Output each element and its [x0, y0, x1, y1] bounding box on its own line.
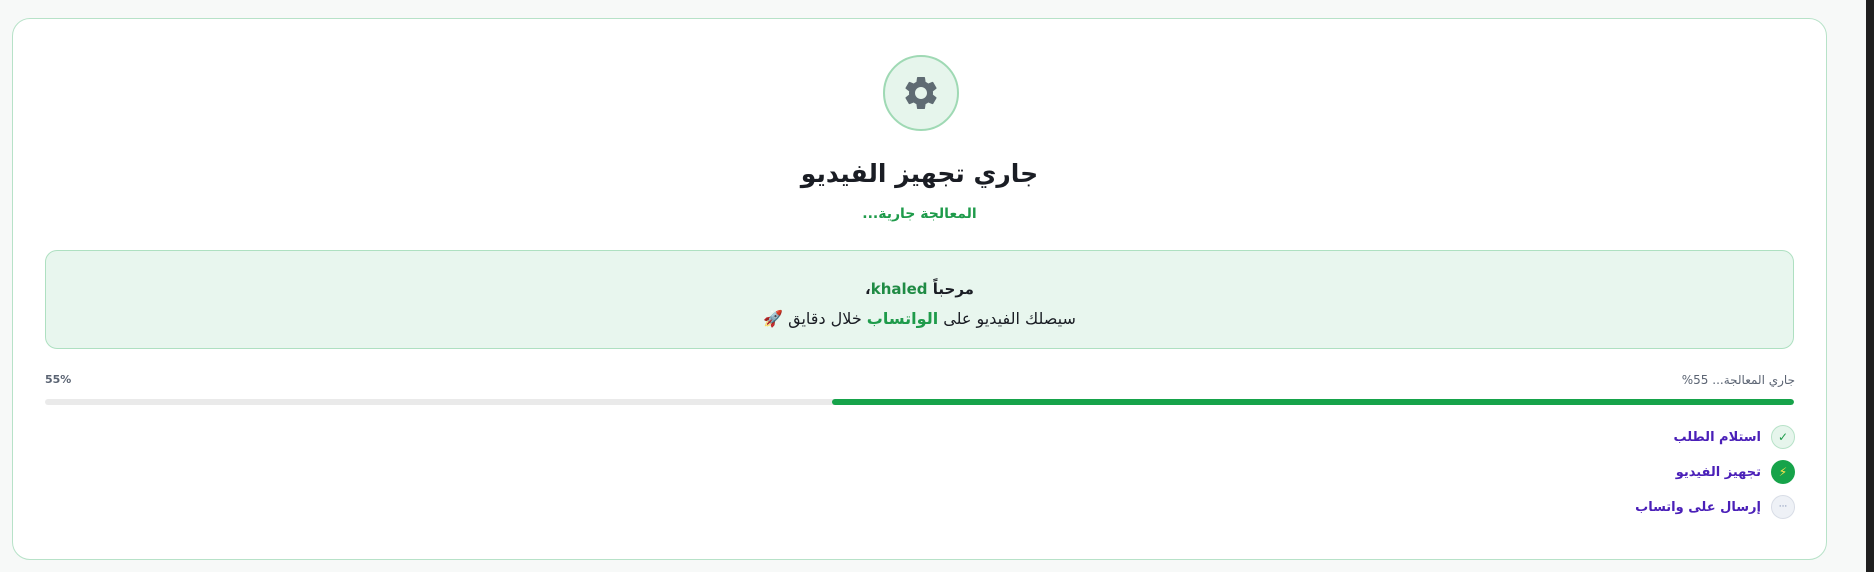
- progress-percent-label: 55%: [45, 373, 72, 386]
- gear-icon: [905, 76, 937, 109]
- status-icon-circle: [883, 55, 959, 131]
- status-subtitle: المعالجة جارية...: [862, 206, 977, 222]
- greeting-text: مرحباً: [927, 280, 974, 298]
- checkmark-icon: ✓: [1771, 425, 1795, 449]
- welcome-greeting: مرحباً khaled،: [46, 280, 1793, 298]
- step-receive-request: ✓ استلام الطلب: [1635, 424, 1795, 450]
- user-name: khaled: [870, 280, 928, 298]
- lightning-icon: ⚡: [1771, 460, 1795, 484]
- message-suffix: خلال دقايق: [783, 309, 867, 328]
- progress-bar: [45, 399, 1794, 405]
- step-send-whatsapp: ··· إرسال على واتساب: [1635, 494, 1795, 520]
- welcome-box: مرحباً khaled، سيصلك الفيديو على الواتسا…: [45, 250, 1794, 349]
- chat-dots-icon: ···: [1771, 495, 1795, 519]
- step-label: تجهيز الفيديو: [1675, 464, 1761, 480]
- step-label: إرسال على واتساب: [1635, 499, 1761, 515]
- step-label: استلام الطلب: [1673, 429, 1761, 445]
- steps-list: ✓ استلام الطلب ⚡ تجهيز الفيديو ··· إرسال…: [1635, 424, 1795, 529]
- page-viewport: جاري تجهيز الفيديو المعالجة جارية... مرح…: [0, 0, 1874, 572]
- step-prepare-video: ⚡ تجهيز الفيديو: [1635, 459, 1795, 485]
- rocket-icon: 🚀: [763, 309, 784, 328]
- processing-card: جاري تجهيز الفيديو المعالجة جارية... مرح…: [12, 18, 1827, 560]
- message-prefix: سيصلك الفيديو على: [938, 309, 1076, 328]
- progress-bar-fill: [832, 399, 1794, 405]
- whatsapp-highlight: الواتساب: [866, 309, 939, 328]
- welcome-message: سيصلك الفيديو على الواتساب خلال دقايق 🚀: [46, 309, 1793, 328]
- page-title: جاري تجهيز الفيديو: [800, 159, 1039, 188]
- scrollbar[interactable]: [1866, 0, 1874, 572]
- progress-status-label: جاري المعالجة... 55%: [1681, 373, 1795, 387]
